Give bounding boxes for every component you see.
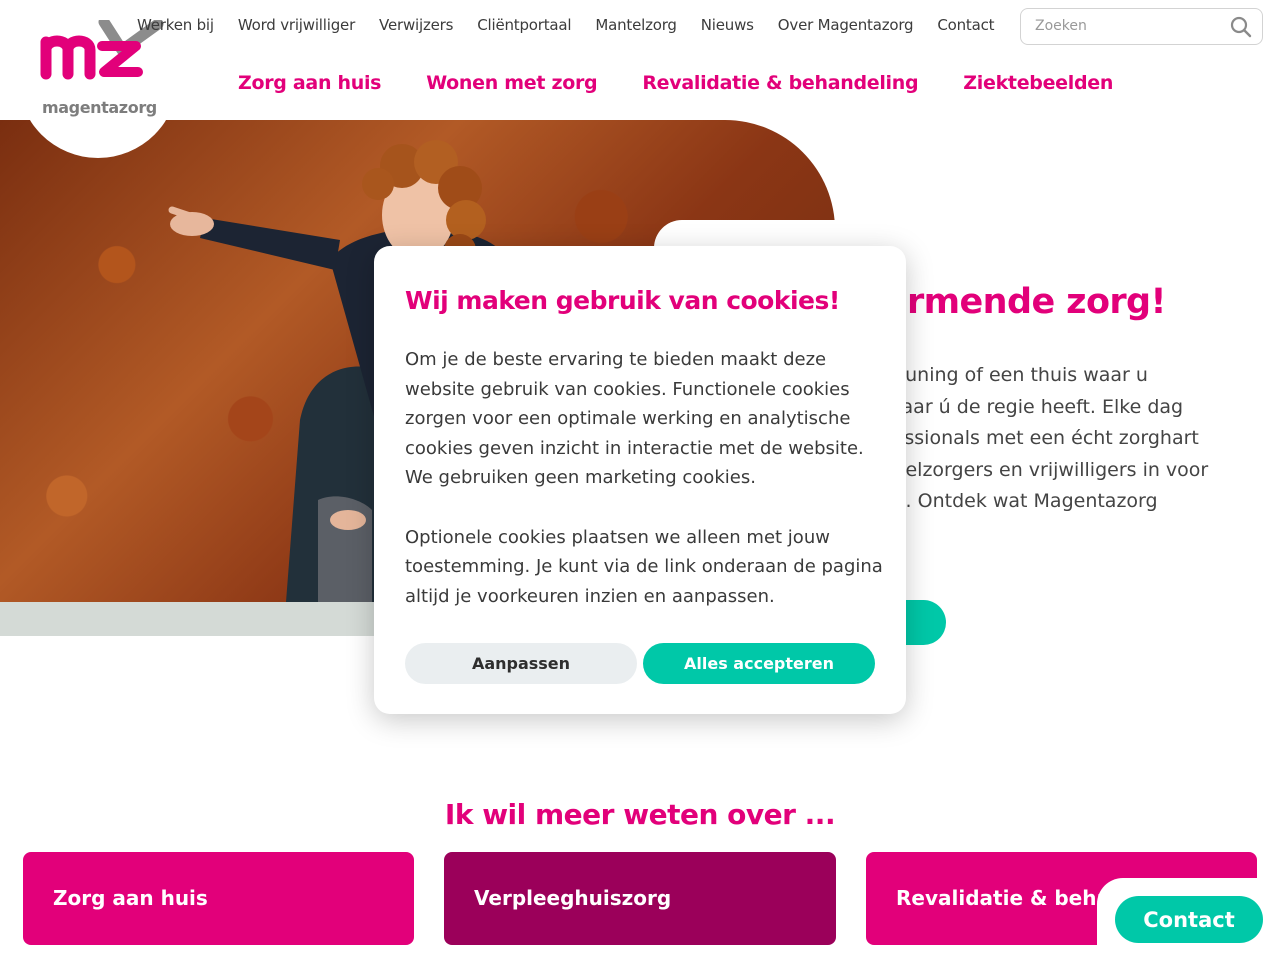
- topnav-contact[interactable]: Contact: [937, 16, 994, 34]
- cookie-dialog-body: Om je de beste ervaring te bieden maakt …: [405, 345, 885, 611]
- hero-text-line: teuning of een thuis waar u: [886, 364, 1148, 386]
- cookie-text-line: altijd je voorkeuren inzien en aanpassen…: [405, 585, 775, 607]
- cookie-text-line: Om je de beste ervaring te bieden maakt …: [405, 349, 827, 370]
- topnav-verwijzers[interactable]: Verwijzers: [379, 16, 453, 34]
- search-box: [1020, 8, 1263, 45]
- cookie-text-line: Optionele cookies plaatsen we alleen met…: [405, 526, 830, 548]
- mainnav-revalidatie-behandeling[interactable]: Revalidatie & behandeling: [642, 72, 918, 94]
- hero-decor-band: [0, 600, 420, 636]
- topnav-clientportaal[interactable]: Cliëntportaal: [477, 16, 571, 34]
- topnav-word-vrijwilliger[interactable]: Word vrijwilliger: [238, 16, 355, 34]
- cookie-text-line: toestemming. Je kunt via de link onderaa…: [405, 556, 883, 578]
- top-navigation: Werken bij Word vrijwilliger Verwijzers …: [137, 16, 995, 34]
- floating-contact-wrapper: Contact: [1097, 878, 1280, 960]
- hero-title: armende zorg!: [884, 282, 1166, 322]
- cookie-text-line: We gebruiken geen marketing cookies.: [405, 467, 756, 489]
- mainnav-ziektebeelden[interactable]: Ziektebeelden: [963, 72, 1113, 94]
- floating-contact-button[interactable]: Contact: [1115, 896, 1263, 943]
- mainnav-zorg-aan-huis[interactable]: Zorg aan huis: [238, 72, 381, 94]
- more-info-heading: Ik wil meer weten over ...: [444, 798, 836, 831]
- cookie-customize-button[interactable]: Aanpassen: [405, 643, 637, 684]
- cookie-accept-all-button[interactable]: Alles accepteren: [643, 643, 875, 684]
- hero-text-line: rg. Ontdek wat Magentazorg: [886, 490, 1158, 512]
- logo-text: magentazorg: [42, 98, 157, 117]
- hero-text-line: ntelzorgers en vrijwilligers in voor: [886, 458, 1209, 481]
- cookie-text-line: cookies geven inzicht in interactie met …: [405, 437, 864, 459]
- hero-text-line: fessionals met een écht zorghart: [886, 427, 1199, 449]
- cookie-consent-dialog: Wij maken gebruik van cookies! Om je de …: [374, 246, 906, 714]
- mainnav-wonen-met-zorg[interactable]: Wonen met zorg: [426, 72, 597, 94]
- search-input[interactable]: [1035, 18, 1225, 34]
- cookie-text-line: website gebruik van cookies. Functionele…: [405, 378, 850, 400]
- cookie-dialog-title: Wij maken gebruik van cookies!: [405, 286, 840, 315]
- tile-verpleeghuiszorg[interactable]: Verpleeghuiszorg: [444, 852, 836, 945]
- main-navigation: Zorg aan huis Wonen met zorg Revalidatie…: [238, 72, 1113, 94]
- topnav-werken-bij[interactable]: Werken bij: [137, 16, 214, 34]
- tile-zorg-aan-huis[interactable]: Zorg aan huis: [23, 852, 414, 945]
- topnav-nieuws[interactable]: Nieuws: [701, 16, 754, 34]
- hero-text-line: waar ú de regie heeft. Elke dag: [886, 395, 1184, 418]
- hero-text: teuning of een thuis waar u waar ú de re…: [886, 360, 1246, 518]
- cookie-text-line: zorgen voor een optimale werking en anal…: [405, 408, 851, 430]
- topnav-over-magentazorg[interactable]: Over Magentazorg: [778, 16, 914, 34]
- topnav-mantelzorg[interactable]: Mantelzorg: [595, 16, 677, 34]
- search-icon[interactable]: [1230, 16, 1252, 38]
